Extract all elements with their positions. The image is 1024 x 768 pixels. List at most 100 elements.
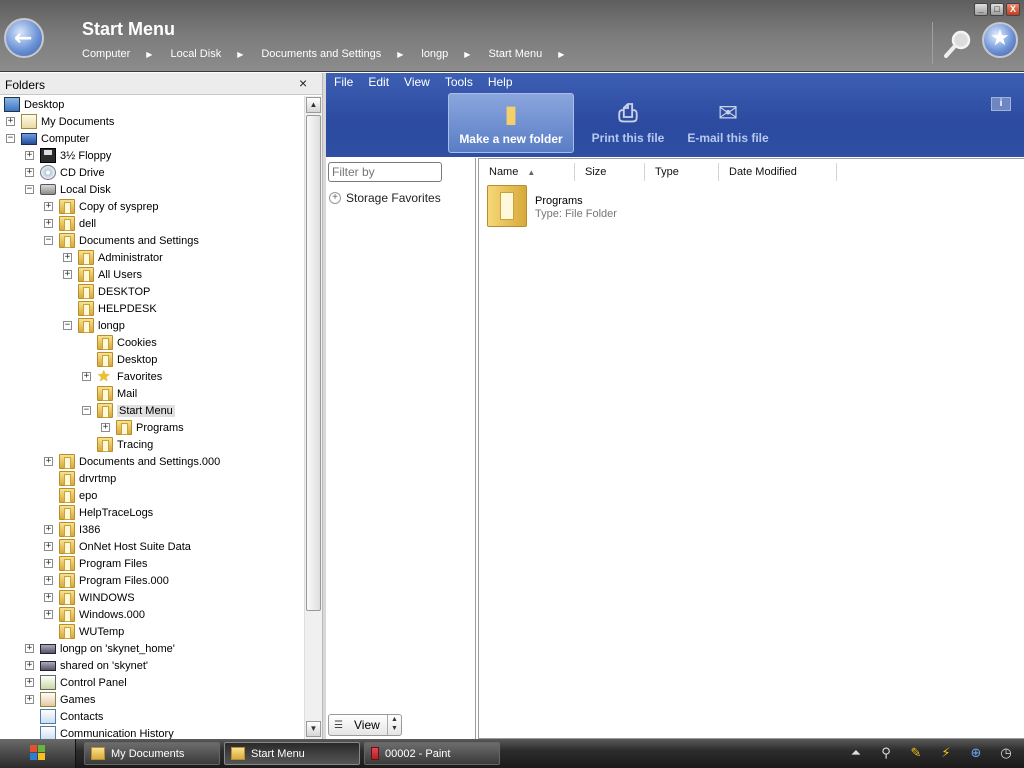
expand-icon[interactable]: + [25, 695, 34, 704]
expand-icon[interactable]: + [25, 168, 34, 177]
expand-icon[interactable]: + [25, 661, 34, 670]
expand-icon[interactable]: + [25, 644, 34, 653]
tree-item[interactable]: + Administrator [63, 249, 163, 266]
tree-item[interactable]: Contacts [25, 708, 103, 725]
tree-item[interactable]: + All Users [63, 266, 142, 283]
view-button[interactable]: ☰ View ▲ ▼ [328, 714, 402, 736]
scroll-up-button[interactable]: ▲ [306, 97, 321, 113]
storage-favorites-item[interactable]: + Storage Favorites [329, 191, 441, 205]
expand-icon[interactable]: + [44, 559, 53, 568]
breadcrumb-separator-icon[interactable]: ▶ [146, 48, 152, 61]
breadcrumb-item[interactable]: Local Disk [170, 48, 221, 61]
tree-item[interactable]: + CD Drive [25, 164, 105, 181]
tree-item[interactable]: + Copy of sysprep [44, 198, 158, 215]
close-button[interactable]: X [1006, 3, 1020, 16]
breadcrumb-separator-icon[interactable]: ▶ [397, 48, 403, 61]
view-spinner-icon[interactable]: ▲ ▼ [387, 715, 401, 735]
tree-item[interactable]: + Documents and Settings.000 [44, 453, 220, 470]
tree-item[interactable]: + ★ Favorites [82, 368, 162, 385]
tree-item[interactable]: HelpTraceLogs [44, 504, 153, 521]
tree-item[interactable]: + dell [44, 215, 96, 232]
expand-icon[interactable]: + [63, 270, 72, 279]
menu-view[interactable]: View [404, 75, 430, 93]
taskbar-my-documents[interactable]: My Documents [84, 742, 220, 765]
search-icon[interactable] [942, 28, 974, 60]
make-new-folder-button[interactable]: ▮ Make a new folder [448, 93, 574, 153]
expand-icon[interactable]: + [25, 678, 34, 687]
collapse-icon[interactable]: − [82, 406, 91, 415]
tree-item[interactable]: + WINDOWS [44, 589, 135, 606]
tree-item[interactable]: Desktop [82, 351, 157, 368]
folders-pane-close-button[interactable]: × [299, 75, 307, 91]
info-icon[interactable]: i [991, 97, 1011, 111]
tree-item[interactable]: Desktop [4, 96, 64, 113]
expand-icon[interactable]: + [63, 253, 72, 262]
favorites-star-button[interactable]: ★ [982, 22, 1018, 58]
column-name[interactable]: Name ▲ [479, 163, 575, 181]
taskbar-paint[interactable]: 00002 - Paint [364, 742, 500, 765]
tree-item[interactable]: + Games [25, 691, 95, 708]
breadcrumb-item[interactable]: Computer [82, 48, 130, 61]
search-tray-icon[interactable]: ⚲ [878, 746, 894, 762]
expand-icon[interactable]: + [44, 219, 53, 228]
start-button[interactable] [0, 739, 76, 768]
breadcrumb-item[interactable]: Start Menu [488, 48, 542, 61]
collapse-icon[interactable]: − [25, 185, 34, 194]
tree-item[interactable]: − Local Disk [25, 181, 111, 198]
tree-item[interactable]: − Start Menu [82, 402, 175, 419]
email-file-button[interactable]: ✉ E-mail this file [678, 93, 778, 153]
expand-icon[interactable]: + [44, 593, 53, 602]
expand-icon[interactable]: + [25, 151, 34, 160]
column-type[interactable]: Type [645, 163, 719, 181]
column-date-modified[interactable]: Date Modified [719, 163, 837, 181]
expand-icon[interactable]: + [44, 202, 53, 211]
menu-edit[interactable]: Edit [368, 75, 389, 93]
tree-item[interactable]: + I386 [44, 521, 100, 538]
breadcrumb-item[interactable]: longp [421, 48, 448, 61]
menu-tools[interactable]: Tools [445, 75, 473, 93]
folder-tree-scrollbar[interactable]: ▲ ▼ [304, 96, 322, 739]
taskbar-start-menu[interactable]: Start Menu [224, 742, 360, 765]
expand-icon[interactable]: + [101, 423, 110, 432]
menu-help[interactable]: Help [488, 75, 513, 93]
tree-item[interactable]: − Documents and Settings [44, 232, 199, 249]
minimize-button[interactable]: _ [974, 3, 988, 16]
tree-item[interactable]: + Control Panel [25, 674, 127, 691]
file-item-programs[interactable]: Programs Type: File Folder [485, 183, 685, 231]
tree-item[interactable]: + Windows.000 [44, 606, 145, 623]
network-icon[interactable]: ⊕ [968, 746, 984, 762]
tree-item[interactable]: + My Documents [6, 113, 114, 130]
tree-item[interactable]: + Program Files.000 [44, 572, 169, 589]
breadcrumb-separator-icon[interactable]: ▶ [558, 48, 564, 61]
tree-item[interactable]: − Computer [6, 130, 89, 147]
show-hidden-icons-icon[interactable]: ⏶ [848, 746, 864, 762]
collapse-icon[interactable]: − [63, 321, 72, 330]
tree-item[interactable]: + longp on 'skynet_home' [25, 640, 175, 657]
tree-item[interactable]: Mail [82, 385, 137, 402]
tree-item[interactable]: + Program Files [44, 555, 147, 572]
tree-item[interactable]: +3½ Floppy [25, 147, 111, 164]
column-size[interactable]: Size [575, 163, 645, 181]
expand-icon[interactable]: + [44, 542, 53, 551]
scroll-thumb[interactable] [306, 115, 321, 611]
tree-item[interactable]: HELPDESK [63, 300, 157, 317]
tree-item[interactable]: + shared on 'skynet' [25, 657, 148, 674]
breadcrumb-separator-icon[interactable]: ▶ [464, 48, 470, 61]
filter-input[interactable] [328, 162, 442, 182]
tree-item[interactable]: − longp [63, 317, 125, 334]
tree-item[interactable]: DESKTOP [63, 283, 150, 300]
tree-item[interactable]: epo [44, 487, 97, 504]
collapse-icon[interactable]: − [6, 134, 15, 143]
back-button[interactable]: ← [4, 18, 44, 58]
tree-item[interactable]: + OnNet Host Suite Data [44, 538, 191, 555]
expand-icon[interactable]: + [44, 576, 53, 585]
clock-icon[interactable]: ◷ [998, 746, 1014, 762]
tree-item[interactable]: WUTemp [44, 623, 124, 640]
notification-icon[interactable]: ✎ [908, 746, 924, 762]
tree-item[interactable]: + Programs [101, 419, 184, 436]
expand-icon[interactable]: + [44, 525, 53, 534]
tree-item[interactable]: drvrtmp [44, 470, 116, 487]
expand-icon[interactable]: + [44, 610, 53, 619]
print-file-button[interactable]: ⎙ Print this file [578, 93, 678, 153]
power-icon[interactable]: ⚡ [938, 746, 954, 762]
